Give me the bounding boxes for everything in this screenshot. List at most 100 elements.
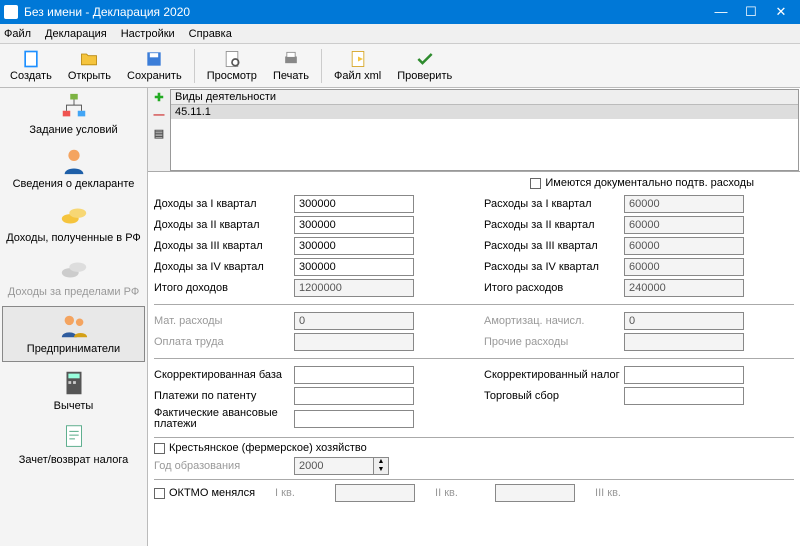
sidebar-label: Вычеты bbox=[54, 400, 94, 412]
sidebar: Задание условий Сведения о декларанте До… bbox=[0, 88, 148, 546]
q2-label: II кв. bbox=[435, 487, 495, 499]
check-label: Проверить bbox=[397, 70, 452, 82]
patent-input[interactable] bbox=[294, 387, 414, 405]
print-button[interactable]: Печать bbox=[265, 47, 317, 84]
minimize-button[interactable]: — bbox=[706, 0, 736, 24]
sidebar-item-income-out[interactable]: Доходы за пределами РФ bbox=[0, 250, 147, 304]
year-spinner[interactable]: ▲▼ bbox=[374, 457, 389, 475]
close-button[interactable]: ✕ bbox=[766, 0, 796, 24]
other-label: Прочие расходы bbox=[484, 336, 624, 348]
sidebar-item-refund[interactable]: Зачет/возврат налога bbox=[0, 418, 147, 472]
form-area: Имеются документально подтв. расходы Дох… bbox=[148, 172, 800, 546]
menu-file[interactable]: Файл bbox=[4, 28, 31, 40]
activities-listbox[interactable]: Виды деятельности 45.11.1 bbox=[170, 89, 799, 171]
save-icon bbox=[144, 49, 164, 69]
exp-q4-input bbox=[624, 258, 744, 276]
hasdoc-checkbox[interactable] bbox=[530, 178, 541, 189]
sidebar-item-declarant[interactable]: Сведения о декларанте bbox=[0, 142, 147, 196]
sidebar-item-deductions[interactable]: Вычеты bbox=[0, 364, 147, 418]
document-icon bbox=[59, 422, 89, 452]
inc-tot-label: Итого доходов bbox=[154, 282, 294, 294]
exp-q1-label: Расходы за I квартал bbox=[484, 198, 624, 210]
exp-q2-input bbox=[624, 216, 744, 234]
inc-q4-input[interactable] bbox=[294, 258, 414, 276]
check-icon bbox=[415, 49, 435, 69]
exp-tot-label: Итого расходов bbox=[484, 282, 624, 294]
q3-label: III кв. bbox=[595, 487, 655, 499]
corrtax-label: Скорректированный налог bbox=[484, 369, 624, 381]
add-item-button[interactable]: ✚ bbox=[152, 90, 166, 104]
inc-q1-input[interactable] bbox=[294, 195, 414, 213]
q2-input bbox=[495, 484, 575, 502]
sidebar-label: Задание условий bbox=[29, 124, 117, 136]
check-button[interactable]: Проверить bbox=[389, 47, 460, 84]
main-area: ✚ — ▤ Виды деятельности 45.11.1 Имеются … bbox=[148, 88, 800, 546]
remove-item-button[interactable]: — bbox=[152, 108, 166, 122]
advance-input[interactable] bbox=[294, 410, 414, 428]
hasdoc-label: Имеются документально подтв. расходы bbox=[545, 177, 754, 189]
farm-label: Крестьянское (фермерское) хозяйство bbox=[169, 442, 367, 454]
inc-tot-input bbox=[294, 279, 414, 297]
exp-q3-input bbox=[624, 237, 744, 255]
menu-declaration[interactable]: Декларация bbox=[45, 28, 107, 40]
pay-input bbox=[294, 333, 414, 351]
exp-q3-label: Расходы за III квартал bbox=[484, 240, 624, 252]
window-title: Без имени - Декларация 2020 bbox=[24, 5, 706, 19]
amort-label: Амортизац. начисл. bbox=[484, 315, 624, 327]
menu-settings[interactable]: Настройки bbox=[121, 28, 175, 40]
list-buttons: ✚ — ▤ bbox=[148, 88, 170, 171]
exp-q4-label: Расходы за IV квартал bbox=[484, 261, 624, 273]
app-icon bbox=[4, 5, 18, 19]
advance-label: Фактические авансовые платежи bbox=[154, 408, 294, 430]
calculator-icon bbox=[59, 368, 89, 398]
inc-q2-input[interactable] bbox=[294, 216, 414, 234]
corrbase-label: Скорректированная база bbox=[154, 369, 294, 381]
oktmo-checkbox[interactable] bbox=[154, 488, 165, 499]
create-label: Создать bbox=[10, 70, 52, 82]
trade-input[interactable] bbox=[624, 387, 744, 405]
menu-help[interactable]: Справка bbox=[189, 28, 232, 40]
person-icon bbox=[59, 146, 89, 176]
corrtax-input[interactable] bbox=[624, 366, 744, 384]
amort-input bbox=[624, 312, 744, 330]
corrbase-input[interactable] bbox=[294, 366, 414, 384]
sidebar-label: Доходы, полученные в РФ bbox=[6, 232, 141, 244]
inc-q2-label: Доходы за II квартал bbox=[154, 219, 294, 231]
toolbar: Создать Открыть Сохранить Просмотр Печат… bbox=[0, 44, 800, 88]
print-icon bbox=[281, 49, 301, 69]
xml-button[interactable]: Файл xml bbox=[326, 47, 389, 84]
edit-item-button[interactable]: ▤ bbox=[152, 126, 166, 140]
sidebar-item-entrepreneurs[interactable]: Предприниматели bbox=[2, 306, 145, 362]
sidebar-label: Зачет/возврат налога bbox=[19, 454, 129, 466]
print-label: Печать bbox=[273, 70, 309, 82]
inc-q3-input[interactable] bbox=[294, 237, 414, 255]
year-input bbox=[294, 457, 374, 475]
save-button[interactable]: Сохранить bbox=[119, 47, 190, 84]
sidebar-item-conditions[interactable]: Задание условий bbox=[0, 88, 147, 142]
mat-label: Мат. расходы bbox=[154, 315, 294, 327]
sidebar-label: Предприниматели bbox=[27, 343, 120, 355]
coins-icon bbox=[59, 200, 89, 230]
farm-checkbox[interactable] bbox=[154, 443, 165, 454]
open-label: Открыть bbox=[68, 70, 111, 82]
open-button[interactable]: Открыть bbox=[60, 47, 119, 84]
maximize-button[interactable]: ☐ bbox=[736, 0, 766, 24]
q1-label: I кв. bbox=[275, 487, 335, 499]
new-file-icon bbox=[21, 49, 41, 69]
xml-file-icon bbox=[348, 49, 368, 69]
view-label: Просмотр bbox=[207, 70, 257, 82]
people-icon bbox=[59, 311, 89, 341]
oktmo-label: ОКТМО менялся bbox=[169, 487, 255, 499]
view-button[interactable]: Просмотр bbox=[199, 47, 265, 84]
sidebar-item-income-rf[interactable]: Доходы, полученные в РФ bbox=[0, 196, 147, 250]
activities-row[interactable]: 45.11.1 bbox=[171, 105, 798, 119]
mat-input bbox=[294, 312, 414, 330]
open-folder-icon bbox=[79, 49, 99, 69]
toolbar-separator bbox=[194, 49, 195, 83]
other-input bbox=[624, 333, 744, 351]
toolbar-separator bbox=[321, 49, 322, 83]
create-button[interactable]: Создать bbox=[2, 47, 60, 84]
window-titlebar: Без имени - Декларация 2020 — ☐ ✕ bbox=[0, 0, 800, 24]
year-label: Год образования bbox=[154, 460, 294, 472]
inc-q3-label: Доходы за III квартал bbox=[154, 240, 294, 252]
